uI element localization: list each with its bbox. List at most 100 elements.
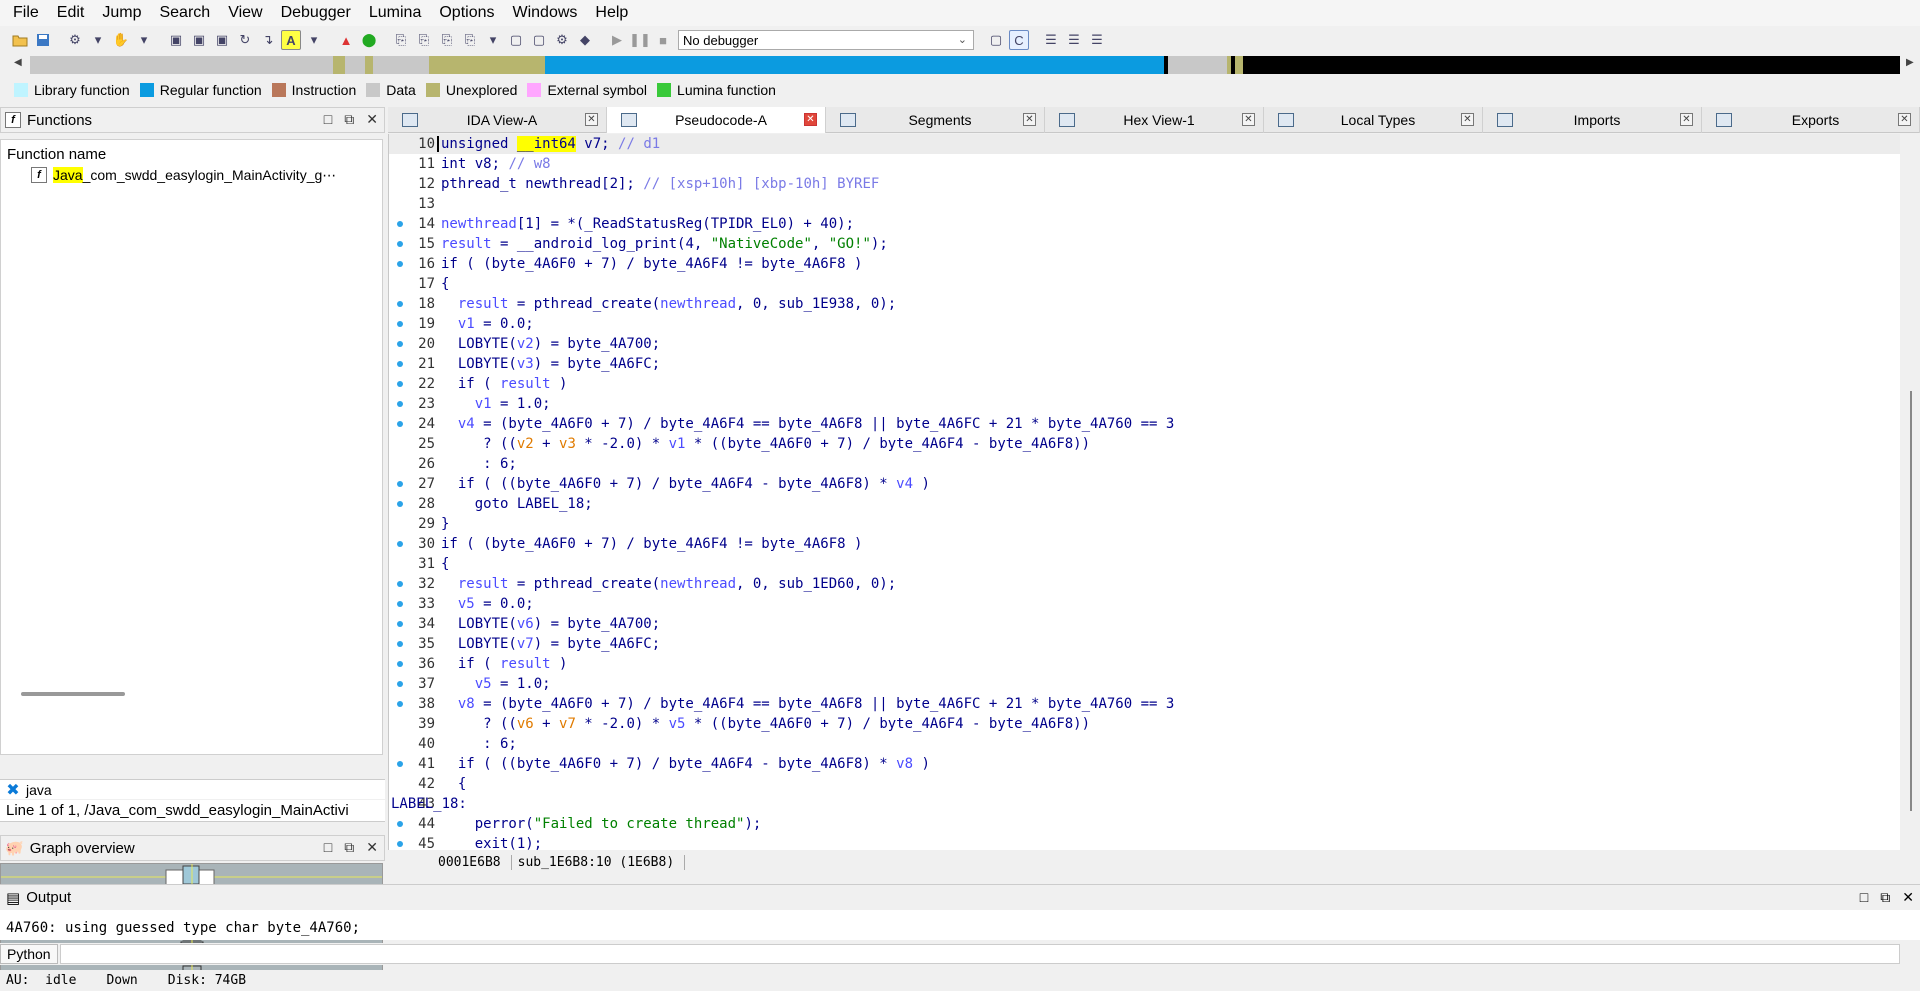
functions-list[interactable]: Function name f Java _com_swdd_easylogin_… — [0, 139, 383, 755]
code-text[interactable]: { — [441, 774, 466, 794]
navigation-bar[interactable] — [30, 56, 1900, 74]
tab-segments[interactable]: Segments ✕ — [826, 107, 1045, 133]
code-text[interactable]: newthread[1] = *(_ReadStatusReg(TPIDR_EL… — [441, 214, 854, 234]
dropdown-arrow-icon[interactable]: ▾ — [483, 30, 503, 50]
code-line[interactable]: 35 LOBYTE(v7) = byte_4A6FC; — [389, 634, 1900, 654]
line-marker-icon[interactable] — [397, 581, 403, 587]
code-line[interactable]: 16 if ( (byte_4A6F0 + 7) / byte_4A6F4 != … — [389, 254, 1900, 274]
code-line[interactable]: 26 : 6; — [389, 454, 1900, 474]
pin-icon[interactable]: ◆ — [575, 30, 595, 50]
code-text[interactable]: if ( (byte_4A6F0 + 7) / byte_4A6F4 != by… — [441, 534, 862, 554]
code-text[interactable]: { — [441, 274, 449, 294]
pause-icon[interactable]: ❚❚ — [629, 30, 651, 50]
line-marker-icon[interactable] — [397, 601, 403, 607]
code-line[interactable]: 10 unsigned __int64 v7; // d1 — [389, 134, 1900, 154]
code-text[interactable]: LOBYTE(v3) = byte_4A6FC; — [441, 354, 660, 374]
code-line[interactable]: 23 v1 = 1.0; — [389, 394, 1900, 414]
breakpoints-icon[interactable]: ▢ — [986, 30, 1006, 50]
code-line[interactable]: 27 if ( ((byte_4A6F0 + 7) / byte_4A6F4 -… — [389, 474, 1900, 494]
tab-pseudocode-a[interactable]: Pseudocode-A ✕ — [607, 107, 826, 133]
close-icon[interactable]: ✕ — [366, 839, 378, 856]
xref-icon[interactable]: ▢ — [529, 30, 549, 50]
list-bookmark-icon[interactable]: ☰ — [1064, 30, 1084, 50]
dropdown-arrow-icon[interactable]: ▾ — [88, 30, 108, 50]
code-text[interactable]: : 6; — [441, 734, 517, 754]
line-marker-icon[interactable] — [397, 321, 403, 327]
stop-icon[interactable]: ■ — [653, 30, 673, 50]
graph-view-icon[interactable]: ▣ — [166, 30, 186, 50]
code-text[interactable]: if ( result ) — [441, 374, 568, 394]
clear-filter-icon[interactable]: ✖ — [0, 780, 26, 800]
list-nodes-icon[interactable]: ☰ — [1087, 30, 1107, 50]
code-line[interactable]: 33 v5 = 0.0; — [389, 594, 1900, 614]
close-icon[interactable]: ✕ — [585, 113, 598, 126]
vertical-scrollbar[interactable] — [1908, 141, 1914, 841]
code-text[interactable]: ? ((v6 + v7 * -2.0) * v5 * ((byte_4A6F0 … — [441, 714, 1090, 734]
code-line[interactable]: 25 ? ((v2 + v3 * -2.0) * v1 * ((byte_4A6… — [389, 434, 1900, 454]
scroll-left-icon[interactable]: ◀ — [14, 57, 22, 68]
menu-help[interactable]: Help — [586, 0, 637, 26]
code-text[interactable]: LOBYTE(v2) = byte_4A700; — [441, 334, 660, 354]
run-icon[interactable]: ▶ — [607, 30, 627, 50]
code-line[interactable]: 12 pthread_t newthread[2]; // [xsp+10h] [… — [389, 174, 1900, 194]
menu-view[interactable]: View — [219, 0, 271, 26]
tab-exports[interactable]: Exports ✕ — [1702, 107, 1920, 133]
function-name-column-header[interactable]: Function name — [1, 140, 382, 165]
navigation-band[interactable]: ◀ ▶ — [0, 54, 1920, 76]
menu-options[interactable]: Options — [430, 0, 503, 26]
pseudocode-view[interactable]: 10 unsigned __int64 v7; // d1 11 int v8; //… — [388, 134, 1900, 850]
code-line[interactable]: 36 if ( result ) — [389, 654, 1900, 674]
code-text[interactable]: perror("Failed to create thread"); — [441, 814, 762, 834]
output-log[interactable]: 4A760: using guessed type char byte_4A76… — [0, 910, 1920, 940]
menu-search[interactable]: Search — [150, 0, 219, 26]
code-text[interactable]: v1 = 1.0; — [441, 394, 551, 414]
code-text[interactable]: result = pthread_create(newthread, 0, su… — [441, 574, 896, 594]
code-line[interactable]: 14 newthread[1] = *(_ReadStatusReg(TPIDR_… — [389, 214, 1900, 234]
enum-icon[interactable]: ⎘ — [460, 30, 480, 50]
line-marker-icon[interactable] — [397, 481, 403, 487]
line-marker-icon[interactable] — [397, 341, 403, 347]
line-marker-icon[interactable] — [397, 841, 403, 847]
code-text[interactable]: LOBYTE(v6) = byte_4A700; — [441, 614, 660, 634]
dropdown-arrow-icon[interactable]: ▾ — [304, 30, 324, 50]
source-icon[interactable]: C — [1009, 30, 1029, 50]
close-icon[interactable]: ✕ — [1023, 113, 1036, 126]
line-marker-icon[interactable] — [397, 681, 403, 687]
code-text[interactable]: ? ((v2 + v3 * -2.0) * v1 * ((byte_4A6F0 … — [441, 434, 1090, 454]
patch-icon[interactable]: ⚙ — [65, 30, 85, 50]
code-line[interactable]: 19 v1 = 0.0; — [389, 314, 1900, 334]
step-icon[interactable]: ↴ — [258, 30, 278, 50]
maximize-icon[interactable]: □ — [324, 111, 332, 128]
code-text[interactable]: v5 = 0.0; — [441, 594, 534, 614]
code-line[interactable]: 42 { — [389, 774, 1900, 794]
menu-jump[interactable]: Jump — [93, 0, 150, 26]
code-text[interactable]: result = __android_log_print(4, "NativeC… — [441, 234, 888, 254]
line-marker-icon[interactable] — [397, 421, 403, 427]
code-text[interactable]: { — [441, 554, 449, 574]
line-marker-icon[interactable] — [397, 621, 403, 627]
float-icon[interactable]: ⧉ — [1880, 889, 1890, 906]
code-text[interactable]: LOBYTE(v7) = byte_4A6FC; — [441, 634, 660, 654]
code-text[interactable]: if ( ((byte_4A6F0 + 7) / byte_4A6F4 - by… — [441, 474, 930, 494]
menu-windows[interactable]: Windows — [503, 0, 586, 26]
hand-icon[interactable]: ✋ — [111, 30, 131, 50]
code-text[interactable]: v4 = (byte_4A6F0 + 7) / byte_4A6F4 == by… — [441, 414, 1174, 434]
proximity-icon[interactable]: ▣ — [189, 30, 209, 50]
float-icon[interactable]: ⧉ — [344, 839, 354, 856]
code-line[interactable]: 13 — [389, 194, 1900, 214]
code-text[interactable]: v8 = (byte_4A6F0 + 7) / byte_4A6F4 == by… — [441, 694, 1174, 714]
code-text[interactable]: unsigned __int64 v7; // d1 — [436, 134, 660, 154]
code-line[interactable]: 22 if ( result ) — [389, 374, 1900, 394]
code-text[interactable]: v5 = 1.0; — [441, 674, 551, 694]
code-line[interactable]: 44 perror("Failed to create thread"); — [389, 814, 1900, 834]
menu-file[interactable]: File — [4, 0, 48, 26]
close-icon[interactable]: ✕ — [1242, 113, 1255, 126]
maximize-icon[interactable]: □ — [1860, 889, 1868, 906]
code-line[interactable]: 18 result = pthread_create(newthread, 0,… — [389, 294, 1900, 314]
line-marker-icon[interactable] — [397, 541, 403, 547]
line-marker-icon[interactable] — [397, 241, 403, 247]
line-marker-icon[interactable] — [397, 401, 403, 407]
quick-filter-text[interactable]: java — [26, 782, 52, 798]
line-marker-icon[interactable] — [397, 261, 403, 267]
function-row[interactable]: f Java _com_swdd_easylogin_MainActivity_g… — [1, 165, 382, 185]
